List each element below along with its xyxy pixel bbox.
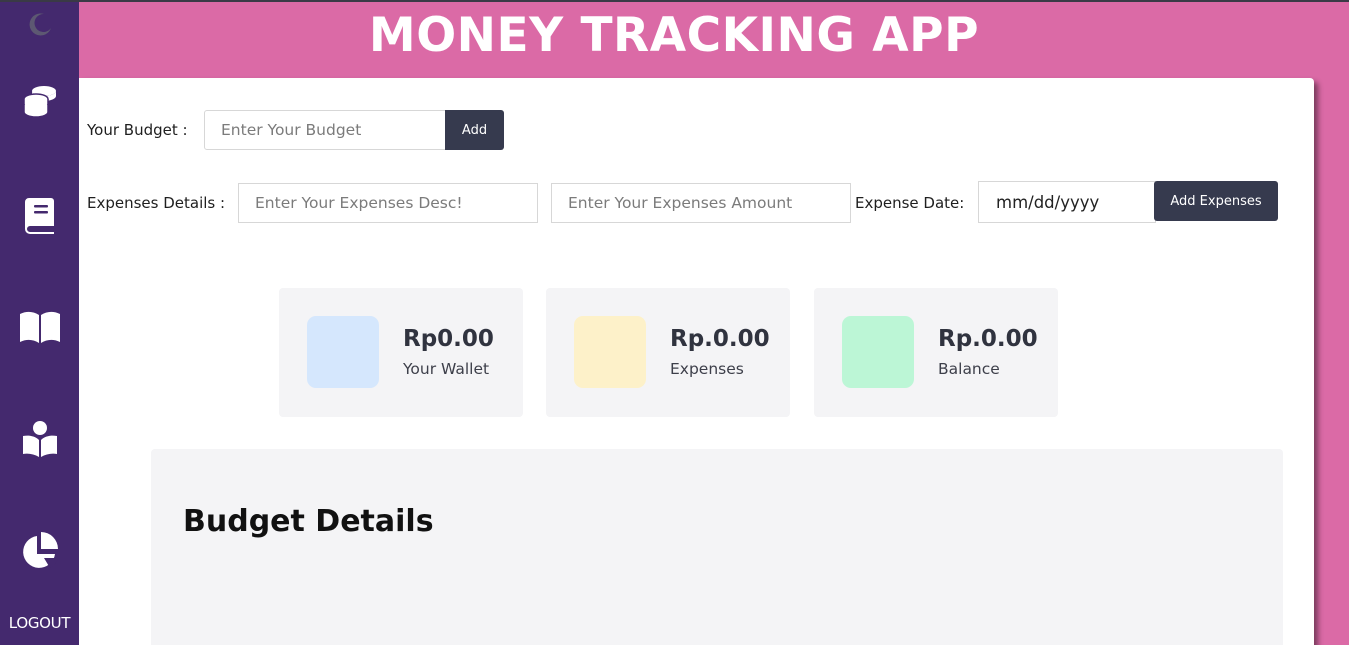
wallet-card: Rp0.00 Your Wallet	[279, 288, 523, 417]
chart-pie-icon	[20, 531, 60, 571]
sidebar-item-wallet[interactable]	[0, 82, 79, 120]
expense-date-value: mm/dd/yyyy	[996, 192, 1100, 212]
sidebar-item-book[interactable]	[0, 196, 79, 234]
wallet-card-swatch	[307, 316, 379, 388]
book-icon	[23, 196, 57, 234]
expense-date-label: Expense Date:	[855, 194, 965, 212]
budget-details-title: Budget Details	[183, 504, 434, 539]
book-open-icon	[19, 310, 61, 344]
budget-details-section: Budget Details	[151, 449, 1283, 645]
expenses-caption: Expenses	[670, 360, 744, 378]
sidebar: LOGOUT	[0, 0, 79, 645]
moon-icon	[27, 11, 53, 37]
add-expenses-button[interactable]: Add Expenses	[1154, 181, 1278, 221]
budget-label: Your Budget :	[87, 121, 188, 139]
expenses-card-swatch	[574, 316, 646, 388]
balance-caption: Balance	[938, 360, 1000, 378]
theme-toggle[interactable]	[0, 11, 79, 37]
expenses-amount: Rp.0.00	[670, 326, 770, 352]
balance-amount: Rp.0.00	[938, 326, 1038, 352]
sidebar-item-report[interactable]	[0, 531, 79, 571]
coins-icon	[21, 82, 59, 120]
window-top-border	[0, 0, 1349, 2]
wallet-amount: Rp0.00	[403, 326, 494, 352]
balance-card: Rp.0.00 Balance	[814, 288, 1058, 417]
balance-card-swatch	[842, 316, 914, 388]
expense-date-input[interactable]: mm/dd/yyyy	[978, 181, 1156, 223]
budget-input[interactable]	[204, 110, 446, 150]
sidebar-item-reader[interactable]	[0, 420, 79, 458]
add-budget-button[interactable]: Add	[445, 110, 504, 150]
page-title: MONEY TRACKING APP	[368, 8, 980, 63]
sidebar-item-open-book[interactable]	[0, 310, 79, 344]
expense-desc-input[interactable]	[238, 183, 538, 223]
book-reader-icon	[21, 420, 59, 458]
expense-amount-input[interactable]	[551, 183, 851, 223]
logout-link[interactable]: LOGOUT	[0, 614, 79, 632]
wallet-caption: Your Wallet	[403, 360, 490, 378]
expenses-card: Rp.0.00 Expenses	[546, 288, 790, 417]
expenses-details-label: Expenses Details :	[87, 194, 226, 212]
